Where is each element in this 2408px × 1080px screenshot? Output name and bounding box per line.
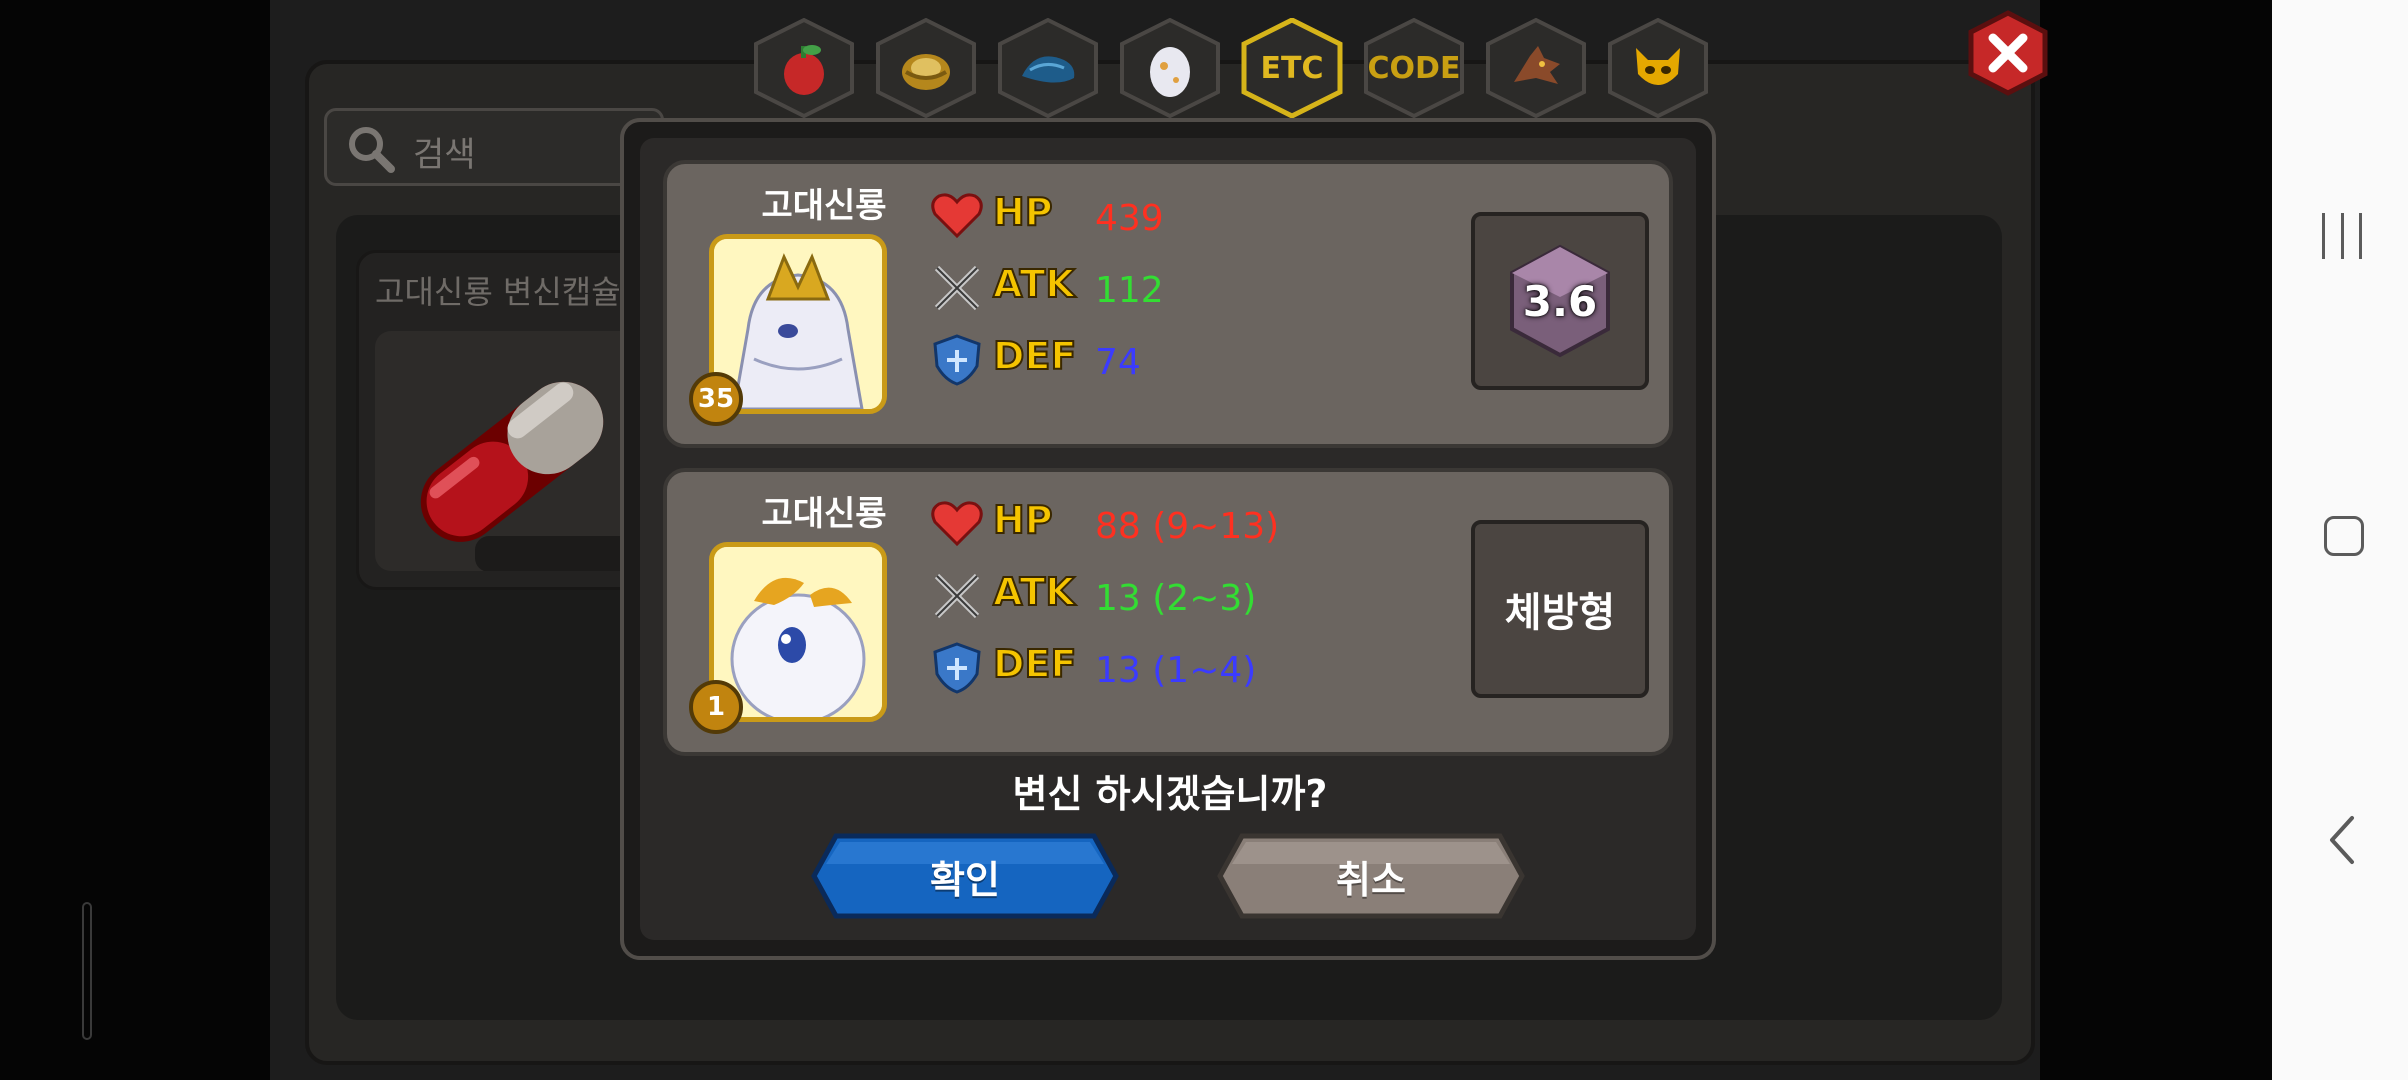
grade-badge: 3.6 [1471, 212, 1649, 390]
level-badge: 35 [689, 372, 743, 426]
atk-label: ATK [992, 261, 1076, 307]
atk-value: 13 (2~3) [1095, 578, 1257, 619]
dragon-name: 고대신룡 [761, 494, 887, 534]
hp-label: HP [992, 189, 1054, 235]
home-button[interactable] [2324, 516, 2364, 556]
transform-question: 변신 하시겠습니까? [1012, 772, 1328, 816]
ancient-dragon-icon [714, 239, 882, 409]
system-navigation-bar [2272, 0, 2408, 1080]
def-value: 74 [1095, 342, 1141, 383]
close-button[interactable] [1965, 10, 2051, 96]
cancel-label: 취소 [1336, 857, 1406, 902]
tab-etc[interactable]: ETC [1240, 18, 1344, 118]
hp-label: HP [992, 497, 1054, 543]
dragon-head-icon [1514, 46, 1560, 84]
confirm-label: 확인 [930, 857, 1000, 902]
baby-dragon-icon [714, 547, 882, 717]
type-value: 체방형 [1504, 590, 1616, 636]
search-box[interactable]: 검색 [324, 108, 664, 186]
current-dragon-card: 고대신룡 35 HP 439 ATK 112 DEF 74 3.6 [663, 160, 1673, 448]
egg-icon [1150, 47, 1190, 97]
tab-egg-basket[interactable] [874, 18, 978, 118]
search-icon [349, 127, 395, 173]
atk-label: ATK [992, 569, 1076, 615]
fish-icon [1022, 56, 1075, 83]
new-dragon-card: 고대신룡 1 HP 88 (9~13) ATK 13 (2~3) DEF 13 … [663, 468, 1673, 756]
level-badge: 1 [689, 680, 743, 734]
heart-icon [931, 501, 983, 547]
mask-icon [1636, 48, 1680, 85]
shield-icon [933, 334, 981, 386]
hp-value: 88 (9~13) [1095, 506, 1280, 547]
tab-fruit[interactable] [752, 18, 856, 118]
search-placeholder: 검색 [413, 135, 476, 175]
type-badge: 체방형 [1471, 520, 1649, 698]
back-button[interactable] [2322, 812, 2362, 868]
inventory-item-title: 고대신룡 변신캡슐 [375, 273, 621, 311]
def-label: DEF [992, 333, 1077, 379]
recent-apps-button[interactable] [2322, 213, 2362, 259]
tab-mask[interactable] [1606, 18, 1710, 118]
crossed-swords-icon [934, 573, 980, 619]
grade-value: 3.6 [1522, 276, 1598, 326]
gesture-bar [82, 902, 92, 1040]
code-tab-label: CODE [1367, 50, 1461, 86]
nest-icon [902, 54, 950, 90]
shield-icon [933, 642, 981, 694]
tab-code[interactable]: CODE [1362, 18, 1466, 118]
tab-egg[interactable] [1118, 18, 1222, 118]
def-value: 13 (1~4) [1095, 650, 1257, 691]
dragon-name: 고대신룡 [761, 186, 887, 226]
etc-tab-label: ETC [1260, 50, 1324, 86]
def-label: DEF [992, 641, 1077, 687]
fruit-icon [784, 45, 824, 95]
heart-icon [931, 193, 983, 239]
tab-fish[interactable] [996, 18, 1100, 118]
crossed-swords-icon [934, 265, 980, 311]
cancel-button[interactable]: 취소 [1216, 832, 1526, 920]
atk-value: 112 [1095, 270, 1164, 311]
confirm-button[interactable]: 확인 [810, 832, 1120, 920]
hp-value: 439 [1095, 198, 1164, 239]
tab-dragon[interactable] [1484, 18, 1588, 118]
